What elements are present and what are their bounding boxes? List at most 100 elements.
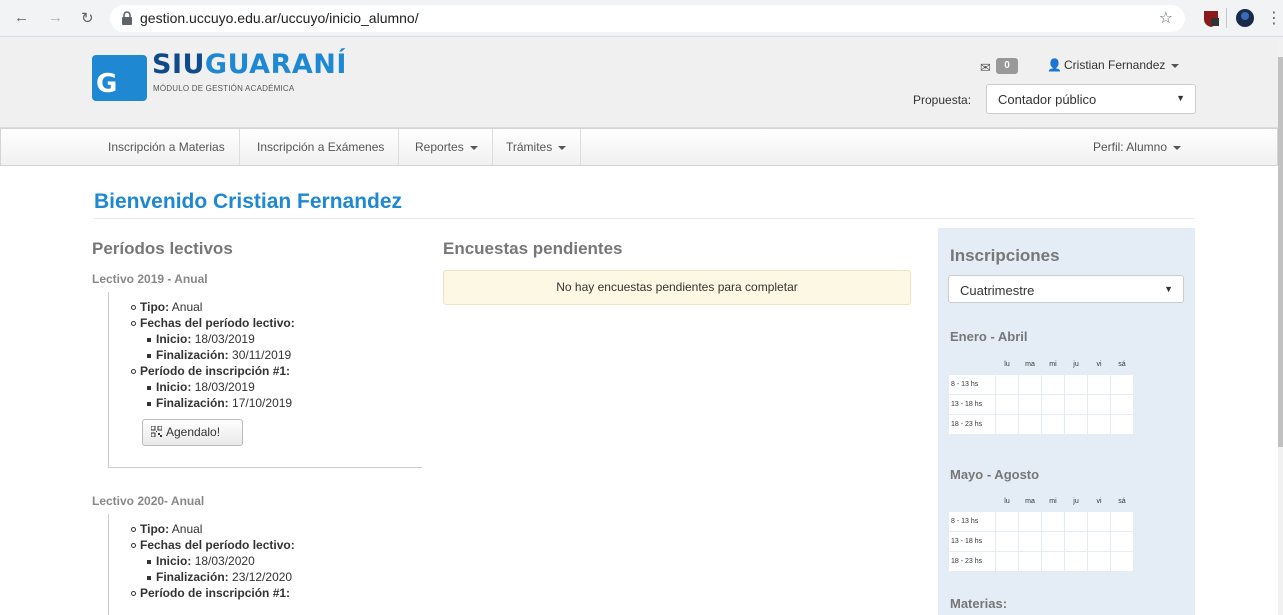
fechas-label: Fechas del período lectivo: <box>140 538 295 552</box>
materias-heading: Materias: <box>950 596 1008 611</box>
nav-inscripcion-examenes[interactable]: Inscripción a Exámenes <box>243 129 400 165</box>
schedule-cell <box>1110 374 1134 395</box>
schedule-cell <box>1087 531 1111 552</box>
main-navbar: Inscripción a Materias Inscripción a Exá… <box>0 128 1278 166</box>
bullet-circle <box>131 321 136 326</box>
schedule-table: lu ma mi ju vi sá 8 - 13 hs 13 - 18 hs 1… <box>948 491 1134 572</box>
fin-label: Finalización: <box>156 396 229 410</box>
bullet-circle <box>131 527 136 532</box>
logo-mark[interactable]: G <box>92 55 147 101</box>
schedule-cell <box>1041 531 1065 552</box>
insc-item: Período de inscripción #1: <box>140 586 290 600</box>
nav-reportes-label: Reportes <box>415 140 464 154</box>
user-menu[interactable]: Cristian Fernandez <box>1064 58 1180 72</box>
profile-avatar-icon[interactable] <box>1235 8 1255 28</box>
reload-icon[interactable]: ↻ <box>81 9 94 27</box>
bullet-square <box>147 402 151 406</box>
slot-label: 18 - 23 hs <box>948 414 996 435</box>
bullet-square <box>147 576 151 580</box>
page-scrollbar[interactable] <box>1278 37 1283 615</box>
fin-label: Finalización: <box>156 348 229 362</box>
perfil-label: Perfil: Alumno <box>1092 140 1167 154</box>
cuatrimestre-select[interactable]: Cuatrimestre ▼ <box>948 275 1184 303</box>
fechas-item: Fechas del período lectivo: <box>140 316 295 330</box>
inicio-label: Inicio: <box>156 554 192 568</box>
fin-item: Finalización: 23/12/2020 <box>156 570 292 584</box>
propuesta-select[interactable]: Contador público ▼ <box>986 84 1196 114</box>
caret-down-icon <box>469 145 478 150</box>
bullet-circle <box>131 591 136 596</box>
schedule-cell <box>1018 414 1042 435</box>
tipo-value: Anual <box>171 522 203 536</box>
schedule-cell <box>1064 551 1088 572</box>
encuestas-heading: Encuestas pendientes <box>443 239 623 258</box>
back-arrow-icon[interactable]: ← <box>14 9 29 26</box>
bookmark-star-icon[interactable]: ☆ <box>1159 8 1173 28</box>
toolbar-divider <box>1226 8 1227 28</box>
slot-label: 8 - 13 hs <box>948 374 996 395</box>
envelope-icon[interactable]: ✉ <box>980 60 991 76</box>
qr-code-icon <box>151 426 162 437</box>
tipo-label: Tipo: <box>140 522 170 536</box>
schedule-header-row: lu ma mi ju vi sá <box>949 492 1134 512</box>
day-header: ma <box>1025 498 1035 505</box>
agendalo-button[interactable]: Agendalo! <box>142 419 243 446</box>
inicio-label: Inicio: <box>156 380 192 394</box>
schedule-table: lu ma mi ju vi sá 8 - 13 hs 13 - 18 hs 1… <box>948 354 1134 435</box>
schedule-label: Enero - Abril <box>950 329 1028 344</box>
bullet-square <box>147 560 151 564</box>
insc-item: Período de inscripción #1: <box>140 364 290 378</box>
schedule-cell <box>1064 414 1088 435</box>
schedule-cell <box>1110 414 1134 435</box>
logo-title[interactable]: SIUGUARANÍ <box>152 49 347 80</box>
slot-label: 8 - 13 hs <box>948 511 996 532</box>
nav-tramites[interactable]: Trámites <box>492 129 582 165</box>
fechas-label: Fechas del período lectivo: <box>140 316 295 330</box>
caret-down-icon <box>1171 63 1180 68</box>
schedule-cell <box>1087 551 1111 572</box>
schedule-cell <box>1064 531 1088 552</box>
schedule-row: 8 - 13 hs <box>948 511 1134 532</box>
day-header: sá <box>1118 498 1126 505</box>
inicio-item: Inicio: 18/03/2020 <box>156 554 255 568</box>
day-header: vi <box>1096 498 1102 505</box>
extension-shield-icon[interactable] <box>1201 8 1221 28</box>
fin-value: 30/11/2019 <box>232 348 292 362</box>
perfil-menu[interactable]: Perfil: Alumno <box>1093 129 1181 165</box>
lectivo-title: Lectivo 2020- Anual <box>92 494 205 508</box>
schedule-cell <box>1041 394 1065 415</box>
tipo-value: Anual <box>171 300 203 314</box>
propuesta-label: Propuesta: <box>913 93 972 107</box>
bullet-circle <box>131 305 136 310</box>
forward-arrow-icon[interactable]: → <box>48 9 63 26</box>
schedule-cell <box>995 374 1019 395</box>
day-header: mi <box>1049 361 1057 368</box>
schedule-cell <box>1041 374 1065 395</box>
menu-dots-icon[interactable]: ⋮ <box>1266 8 1282 28</box>
insc-fin-value: 17/10/2019 <box>232 396 293 410</box>
address-bar[interactable]: gestion.uccuyo.edu.ar/uccuyo/inicio_alum… <box>110 5 1185 32</box>
day-header: ju <box>1073 361 1079 368</box>
nav-inscripcion-materias[interactable]: Inscripción a Materias <box>94 129 240 165</box>
schedule-row: 18 - 23 hs <box>948 414 1134 435</box>
insc-inicio-value: 18/03/2019 <box>194 380 255 394</box>
bullet-square <box>147 386 151 390</box>
schedule-cell <box>1110 394 1134 415</box>
nav-reportes[interactable]: Reportes <box>401 129 493 165</box>
schedule-row: 18 - 23 hs <box>948 551 1134 572</box>
messages-badge[interactable]: 0 <box>996 58 1018 74</box>
user-icon: 👤 <box>1047 58 1062 72</box>
nav-tramites-label: Trámites <box>506 140 553 154</box>
fin-value: 23/12/2020 <box>232 570 293 584</box>
caret-down-icon <box>558 145 567 150</box>
browser-toolbar: ← → ↻ gestion.uccuyo.edu.ar/uccuyo/inici… <box>0 0 1283 37</box>
period-details: Tipo: Anual Fechas del período lectivo: … <box>108 514 422 615</box>
logo-guarani: GUARANÍ <box>204 49 347 80</box>
agendalo-label: Agendalo! <box>166 425 221 439</box>
day-header: lu <box>1004 498 1010 505</box>
scrollbar-thumb[interactable] <box>1278 57 1283 447</box>
schedule-cell <box>995 414 1019 435</box>
schedule-corner <box>949 355 996 375</box>
caret-down-icon <box>1173 145 1181 150</box>
schedule-header-row: lu ma mi ju vi sá <box>949 355 1134 375</box>
